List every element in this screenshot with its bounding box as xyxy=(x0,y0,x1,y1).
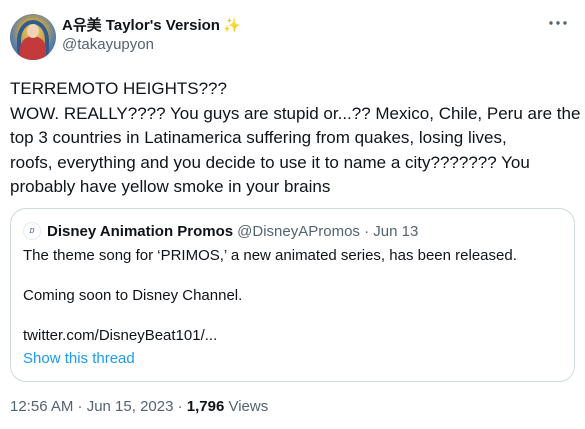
more-options-icon[interactable] xyxy=(543,12,573,34)
quoted-tweet-card[interactable]: D Disney Animation Promos @DisneyAPromos… xyxy=(10,208,575,382)
author-display-name-text[interactable]: A유美 Taylor's Version xyxy=(62,17,220,34)
views-count: 1,796 xyxy=(186,398,225,415)
quoted-paragraph: The theme song for ‘PRIMOS,’ a new anima… xyxy=(23,247,517,264)
tweet-header: A유美 Taylor's Version ✨ @takayupyon xyxy=(10,12,575,62)
tweet-line: top 3 countries in Latinamerica sufferin… xyxy=(10,128,507,147)
tweet-line: TERREMOTO HEIGHTS??? xyxy=(10,79,227,98)
show-thread-link[interactable]: Show this thread xyxy=(23,350,135,367)
quoted-link: twitter.com/DisneyBeat101/... xyxy=(23,327,218,344)
avatar[interactable] xyxy=(10,14,56,60)
tweet-footer: 12:56 AM · Jun 15, 2023 · 1,796 Views xyxy=(10,398,268,415)
author-handle[interactable]: @takayupyon xyxy=(62,35,240,55)
quoted-tweet-header: D Disney Animation Promos @DisneyAPromos… xyxy=(23,222,418,240)
quoted-avatar: D xyxy=(23,222,41,240)
quoted-author-meta: @DisneyAPromos · Jun 13 xyxy=(237,222,419,240)
tweet-line: WOW. REALLY???? You guys are stupid or..… xyxy=(10,103,581,123)
tweet-line: roofs, everything and you decide to use … xyxy=(10,152,530,172)
sparkles-icon: ✨ xyxy=(222,17,241,33)
quoted-author-name: Disney Animation Promos xyxy=(47,222,234,240)
tweet-text: TERREMOTO HEIGHTS??? WOW. REALLY???? You… xyxy=(10,77,580,200)
quoted-paragraph: Coming soon to Disney Channel. xyxy=(23,287,243,304)
author-names: A유美 Taylor's Version ✨ @takayupyon xyxy=(62,15,240,55)
author-display-name[interactable]: A유美 Taylor's Version ✨ xyxy=(62,15,240,35)
tweet-line: probably have yellow smoke in your brain… xyxy=(10,177,331,196)
timestamp[interactable]: 12:56 AM · Jun 15, 2023 · xyxy=(10,398,187,415)
views-label: Views xyxy=(224,398,269,415)
quoted-tweet-body: The theme song for ‘PRIMOS,’ a new anima… xyxy=(23,246,563,346)
